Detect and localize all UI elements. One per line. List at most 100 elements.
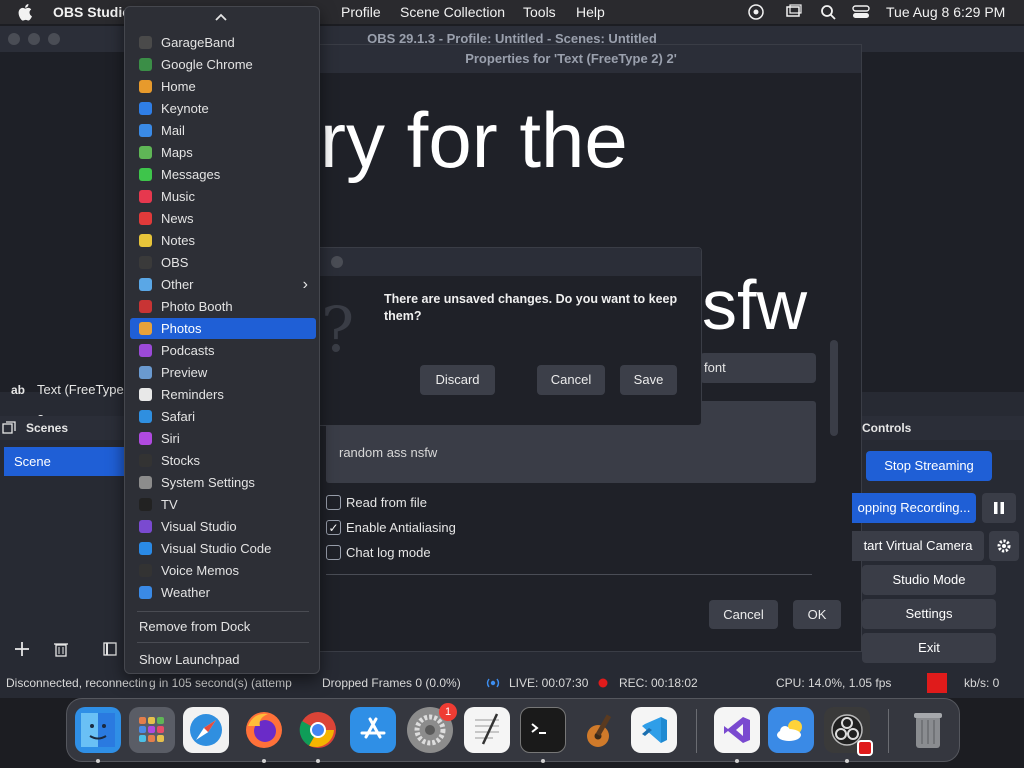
- weather-icon: [139, 586, 152, 599]
- menu-tools[interactable]: Tools: [523, 4, 556, 20]
- dock-menu-item-label: Google Chrome: [161, 57, 253, 72]
- zoom-window-button[interactable]: [48, 33, 60, 45]
- properties-ok-button[interactable]: OK: [793, 600, 841, 629]
- finder-icon[interactable]: [75, 707, 121, 753]
- obs-status-icon[interactable]: [747, 4, 765, 20]
- chat-log-mode-row[interactable]: Chat log mode: [326, 545, 431, 560]
- chrome-icon[interactable]: [295, 707, 341, 753]
- screen-mirroring-icon[interactable]: [785, 4, 803, 20]
- close-window-button[interactable]: [8, 33, 20, 45]
- properties-cancel-button[interactable]: Cancel: [709, 600, 778, 629]
- dialog-cancel-button[interactable]: Cancel: [537, 365, 605, 395]
- start-virtual-camera-button[interactable]: tart Virtual Camera: [852, 531, 984, 561]
- dock-menu-item[interactable]: GarageBand: [130, 32, 316, 53]
- menu-scene-collection[interactable]: Scene Collection: [400, 4, 505, 20]
- safari-icon[interactable]: [183, 707, 229, 753]
- folder-icon: [139, 278, 152, 291]
- textedit-icon[interactable]: [464, 707, 510, 753]
- dock-menu-item[interactable]: Weather: [130, 582, 316, 603]
- discard-button[interactable]: Discard: [420, 365, 495, 395]
- firefox-icon[interactable]: [241, 707, 287, 753]
- app-store-icon[interactable]: [350, 707, 396, 753]
- search-icon[interactable]: [820, 4, 838, 20]
- dock-menu-item[interactable]: Music: [130, 186, 316, 207]
- studio-mode-button[interactable]: Studio Mode: [862, 565, 996, 595]
- enable-antialiasing-row[interactable]: ✓ Enable Antialiasing: [326, 520, 456, 535]
- system-settings-icon[interactable]: 1: [407, 703, 457, 753]
- read-from-file-row[interactable]: Read from file: [326, 495, 427, 510]
- remove-from-dock-item[interactable]: Remove from Dock: [130, 616, 316, 637]
- add-scene-button[interactable]: [10, 637, 34, 661]
- dock-menu-item-label: Siri: [161, 431, 180, 446]
- live-timer: LIVE: 00:07:30: [509, 676, 589, 690]
- dock-menu-item-label: Voice Memos: [161, 563, 240, 578]
- virtual-camera-settings-button[interactable]: [989, 531, 1019, 561]
- dock-menu-item[interactable]: Voice Memos: [130, 560, 316, 581]
- music-icon: [139, 190, 152, 203]
- dock-menu-item[interactable]: Preview: [130, 362, 316, 383]
- dock-menu-item[interactable]: Google Chrome: [130, 54, 316, 75]
- properties-scrollbar[interactable]: [830, 340, 838, 436]
- scroll-up-arrow-icon[interactable]: [215, 12, 227, 22]
- dock-menu-item[interactable]: System Settings: [130, 472, 316, 493]
- weather-icon[interactable]: [768, 707, 814, 753]
- control-center-icon[interactable]: [852, 4, 870, 20]
- stop-streaming-button[interactable]: Stop Streaming: [866, 451, 992, 481]
- minimize-window-button[interactable]: [28, 33, 40, 45]
- dock-menu-item-label: Safari: [161, 409, 195, 424]
- chat-log-mode-checkbox[interactable]: [326, 545, 341, 560]
- unsaved-changes-dialog: ? There are unsaved changes. Do you want…: [316, 247, 702, 426]
- enable-antialiasing-checkbox[interactable]: ✓: [326, 520, 341, 535]
- garageband-icon: [139, 36, 152, 49]
- launchpad-icon[interactable]: [129, 707, 175, 753]
- dock-menu-item[interactable]: Mail: [130, 120, 316, 141]
- exit-button[interactable]: Exit: [862, 633, 996, 663]
- settings-button[interactable]: Settings: [862, 599, 996, 629]
- dock-menu-item[interactable]: Other ›: [130, 274, 316, 295]
- font-select-button[interactable]: font: [700, 353, 816, 383]
- dock-menu-item[interactable]: Notes: [130, 230, 316, 251]
- dock-menu-item[interactable]: OBS: [130, 252, 316, 273]
- garageband-icon[interactable]: [577, 707, 623, 753]
- dock-menu-item-label: System Settings: [161, 475, 255, 490]
- stop-recording-button[interactable]: opping Recording...: [852, 493, 976, 523]
- terminal-icon[interactable]: [520, 707, 566, 753]
- source-item[interactable]: ab Text (FreeType 2: [0, 375, 132, 427]
- dock-menu-item[interactable]: Reminders: [130, 384, 316, 405]
- dock-menu-item[interactable]: Keynote: [130, 98, 316, 119]
- voice-memos-icon: [139, 564, 152, 577]
- show-launchpad-item[interactable]: Show Launchpad: [130, 649, 316, 670]
- dock-menu-item[interactable]: Photo Booth: [130, 296, 316, 317]
- menu-profile[interactable]: Profile: [341, 4, 381, 20]
- dock-menu-item-label: Mail: [161, 123, 185, 138]
- dock-menu-item[interactable]: Podcasts: [130, 340, 316, 361]
- dock-menu-item[interactable]: News: [130, 208, 316, 229]
- scenes-header-label: Scenes: [26, 421, 69, 435]
- dock-menu-item[interactable]: Photos: [130, 318, 316, 339]
- obs-icon[interactable]: [824, 707, 873, 756]
- dock-menu-item[interactable]: TV: [130, 494, 316, 515]
- scenes-panel-header: Scenes: [0, 416, 132, 440]
- clock[interactable]: Tue Aug 8 6:29 PM: [886, 4, 1005, 20]
- dock-menu-item[interactable]: Maps: [130, 142, 316, 163]
- dock-menu-item[interactable]: Messages: [130, 164, 316, 185]
- dock-menu-item[interactable]: Visual Studio Code: [130, 538, 316, 559]
- pause-recording-button[interactable]: [982, 493, 1016, 523]
- vscode-icon[interactable]: [631, 707, 677, 753]
- save-button[interactable]: Save: [620, 365, 677, 395]
- apple-icon[interactable]: [18, 3, 34, 21]
- dock-menu-item[interactable]: Safari: [130, 406, 316, 427]
- dialog-close-button[interactable]: [331, 256, 343, 268]
- dock-menu-item[interactable]: Stocks: [130, 450, 316, 471]
- remove-scene-button[interactable]: [49, 637, 73, 661]
- trash-icon[interactable]: [905, 707, 951, 753]
- menu-help[interactable]: Help: [576, 4, 605, 20]
- dock-menu-item[interactable]: Siri: [130, 428, 316, 449]
- dock-menu-item[interactable]: Home: [130, 76, 316, 97]
- read-from-file-checkbox[interactable]: [326, 495, 341, 510]
- scene-filters-button[interactable]: [98, 637, 122, 661]
- scene-list-item[interactable]: Scene: [4, 447, 132, 476]
- visual-studio-icon[interactable]: [714, 707, 760, 753]
- app-name[interactable]: OBS Studio: [53, 4, 131, 20]
- dock-menu-item[interactable]: Visual Studio: [130, 516, 316, 537]
